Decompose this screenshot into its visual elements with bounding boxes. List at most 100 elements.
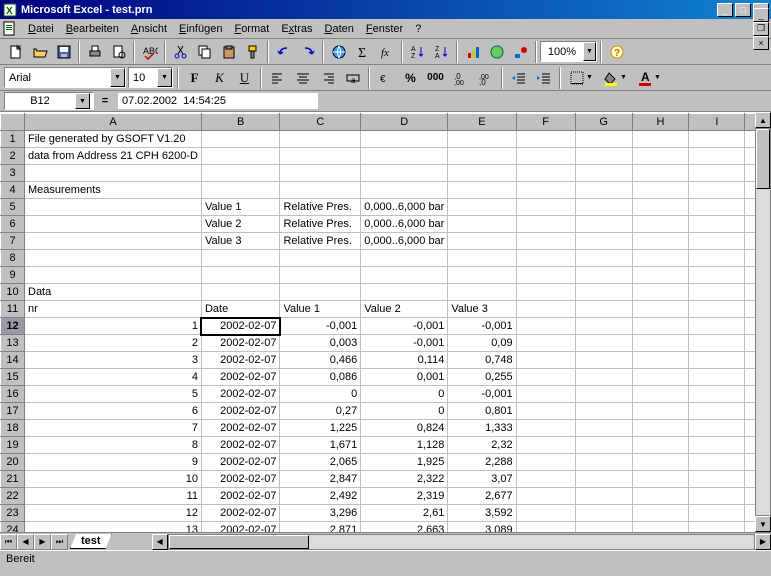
cell-C13[interactable]: 0,003 [280,335,361,352]
cell-A8[interactable] [25,250,202,267]
autosum-button[interactable]: Σ [351,41,374,63]
cell-E15[interactable]: 0,255 [448,369,516,386]
menu-ansicht[interactable]: Ansicht [125,21,173,37]
cell-D17[interactable]: 0 [361,403,448,420]
cell-I1[interactable] [689,131,745,148]
sheet-tab-test[interactable]: test [70,534,112,549]
cell-D5[interactable]: 0,000..6,000 bar [361,199,448,216]
cell-G8[interactable] [575,250,632,267]
cell-H15[interactable] [632,369,689,386]
cell-D8[interactable] [361,250,448,267]
cell-F18[interactable] [516,420,575,437]
cell-A4[interactable]: Measurements [25,182,202,199]
cell-E1[interactable] [448,131,516,148]
font-name-input[interactable] [5,69,110,86]
col-header-G[interactable]: G [575,114,632,131]
cell-I20[interactable] [689,454,745,471]
maximize-button[interactable]: □ [735,3,751,17]
percent-button[interactable]: % [399,67,422,89]
cell-B6[interactable]: Value 2 [201,216,279,233]
cell-A6[interactable] [25,216,202,233]
cell-C6[interactable]: Relative Pres. [280,216,361,233]
cell-B13[interactable]: 2002-02-07 [201,335,279,352]
cell-B9[interactable] [201,267,279,284]
cell-E11[interactable]: Value 3 [448,301,516,318]
map-button[interactable] [485,41,508,63]
row-header-4[interactable]: 4 [1,182,25,199]
cell-F16[interactable] [516,386,575,403]
cell-G24[interactable] [575,522,632,533]
cell-F14[interactable] [516,352,575,369]
zoom-dropdown-icon[interactable]: ▼ [583,42,596,61]
cell-E9[interactable] [448,267,516,284]
cell-B12[interactable]: 2002-02-07 [201,318,279,335]
cell-D16[interactable]: 0 [361,386,448,403]
cell-G21[interactable] [575,471,632,488]
menu-?[interactable]: ? [409,21,427,37]
cell-A13[interactable]: 2 [25,335,202,352]
cell-C5[interactable]: Relative Pres. [280,199,361,216]
cell-I2[interactable] [689,148,745,165]
cell-E18[interactable]: 1,333 [448,420,516,437]
cell-D6[interactable]: 0,000..6,000 bar [361,216,448,233]
cell-I6[interactable] [689,216,745,233]
cell-D3[interactable] [361,165,448,182]
cell-D18[interactable]: 0,824 [361,420,448,437]
cell-B2[interactable] [201,148,279,165]
cell-D19[interactable]: 1,128 [361,437,448,454]
cell-A18[interactable]: 7 [25,420,202,437]
menu-bearbeiten[interactable]: Bearbeiten [60,21,125,37]
chart-button[interactable] [461,41,484,63]
row-header-18[interactable]: 18 [1,420,25,437]
cell-D12[interactable]: -0,001 [361,318,448,335]
col-header-D[interactable]: D [361,114,448,131]
align-right-button[interactable] [316,67,339,89]
cell-F19[interactable] [516,437,575,454]
row-header-1[interactable]: 1 [1,131,25,148]
cell-G22[interactable] [575,488,632,505]
cell-E23[interactable]: 3,592 [448,505,516,522]
menu-extras[interactable]: Extras [275,21,318,37]
cell-D23[interactable]: 2,61 [361,505,448,522]
cell-H6[interactable] [632,216,689,233]
cell-H4[interactable] [632,182,689,199]
row-header-7[interactable]: 7 [1,233,25,250]
cell-E10[interactable] [448,284,516,301]
menu-format[interactable]: Format [228,21,275,37]
cell-I17[interactable] [689,403,745,420]
name-box[interactable]: ▼ [4,92,94,110]
select-all-cell[interactable] [1,114,25,131]
currency-button[interactable]: € [374,67,397,89]
row-header-19[interactable]: 19 [1,437,25,454]
doc-close-button[interactable]: × [753,36,769,50]
new-button[interactable] [4,41,27,63]
cell-B10[interactable] [201,284,279,301]
paste-button[interactable] [217,41,240,63]
print-preview-button[interactable] [107,41,130,63]
font-color-button[interactable]: A▼ [633,67,665,89]
row-header-8[interactable]: 8 [1,250,25,267]
save-button[interactable] [52,41,75,63]
cell-A20[interactable]: 9 [25,454,202,471]
cell-H11[interactable] [632,301,689,318]
cell-C3[interactable] [280,165,361,182]
cell-E6[interactable] [448,216,516,233]
cell-A9[interactable] [25,267,202,284]
cell-E13[interactable]: 0,09 [448,335,516,352]
row-header-21[interactable]: 21 [1,471,25,488]
cell-B17[interactable]: 2002-02-07 [201,403,279,420]
cell-D15[interactable]: 0,001 [361,369,448,386]
cell-E8[interactable] [448,250,516,267]
col-header-F[interactable]: F [516,114,575,131]
cell-A22[interactable]: 11 [25,488,202,505]
cell-B24[interactable]: 2002-02-07 [201,522,279,533]
increase-decimal-button[interactable]: ,0,00 [449,67,472,89]
cell-A19[interactable]: 8 [25,437,202,454]
cell-F22[interactable] [516,488,575,505]
scroll-thumb[interactable] [756,129,770,189]
cell-C9[interactable] [280,267,361,284]
cell-E21[interactable]: 3,07 [448,471,516,488]
cell-I18[interactable] [689,420,745,437]
cell-C15[interactable]: 0,086 [280,369,361,386]
cell-G19[interactable] [575,437,632,454]
